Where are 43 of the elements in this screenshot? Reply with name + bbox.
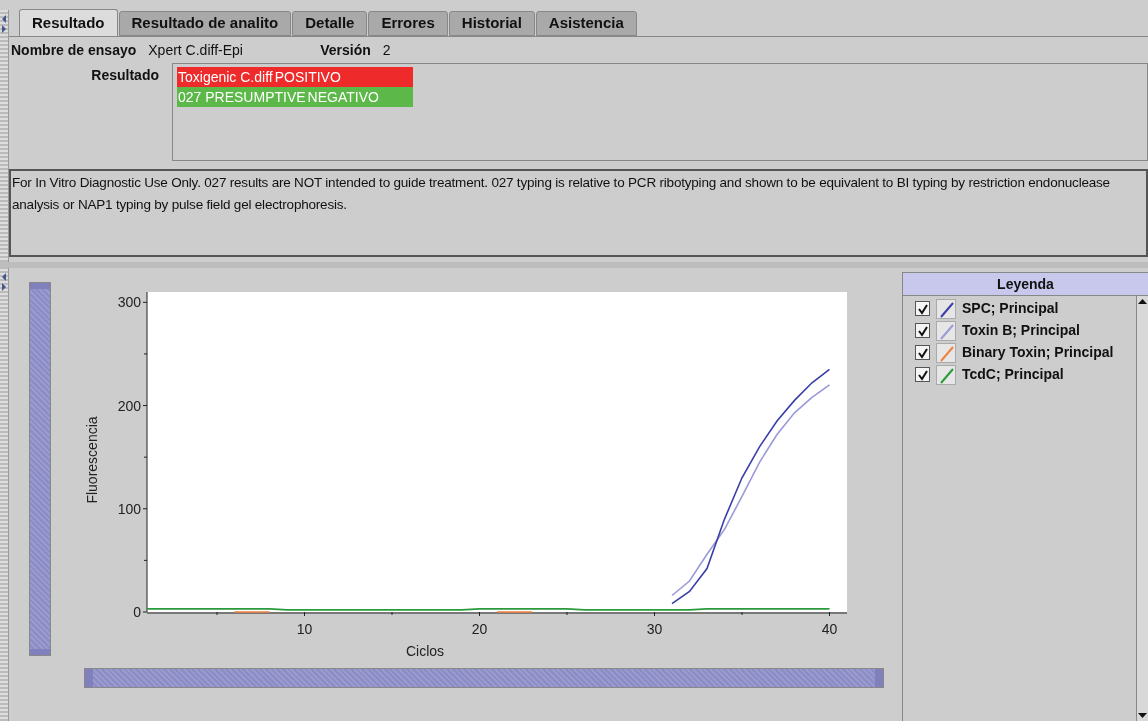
x-tick-label: 10 — [296, 621, 313, 637]
notice-text: For In Vitro Diagnostic Use Only. 027 results are NOT intended to guide treatment. 027 typing is relative to PCR ribotyping and shown to be equivalent to BI typing by restriction endonuclease analysis or NAP1 typing by pulse field gel electrophoresis. — [12, 174, 1111, 214]
x-tick-label: 20 — [471, 621, 488, 637]
y-tick-label: 100 — [117, 500, 141, 517]
y-tick-label: 0 — [133, 604, 141, 620]
tab[interactable]: Asistencia — [535, 11, 637, 36]
legend-header: Leyenda — [903, 273, 1148, 296]
x-tick-label: 40 — [821, 621, 838, 637]
legend-checkbox[interactable] — [915, 345, 930, 360]
target-name: 027 PRESUMPTIVE — [178, 87, 306, 107]
collapse-icon[interactable] — [1, 14, 7, 34]
tab[interactable]: Errores — [368, 11, 448, 36]
collapse-icon[interactable] — [1, 272, 7, 292]
tab[interactable]: Detalle — [292, 11, 368, 36]
tab[interactable]: Resultado — [19, 9, 118, 36]
target-name: Toxigenic C.diff — [178, 67, 273, 87]
field-label: Versión — [320, 40, 371, 60]
x-axis-title: Ciclos — [405, 643, 445, 659]
splitter-handle[interactable] — [0, 10, 9, 262]
legend-label: Toxin B; Principal — [962, 321, 1080, 340]
target-result: NEGATIVO — [307, 87, 379, 107]
tab[interactable]: Resultado de analito — [118, 11, 292, 36]
field-label: Nombre de ensayo — [11, 40, 137, 60]
y-tick-label: 300 — [117, 294, 141, 311]
version-value: 2 — [382, 40, 391, 60]
slider-range[interactable] — [30, 283, 50, 655]
legend-label: TcdC; Principal — [962, 365, 1064, 384]
legend-label: Binary Toxin; Principal — [962, 343, 1114, 362]
slider-range[interactable] — [85, 669, 883, 687]
target-result: POSITIVO — [274, 67, 341, 87]
legend-label: SPC; Principal — [962, 299, 1059, 318]
splitter-handle[interactable] — [0, 268, 9, 721]
legend-checkbox[interactable] — [915, 367, 930, 382]
y-axis-title: Fluorescencia — [84, 416, 100, 504]
legend-checkbox[interactable] — [915, 301, 930, 316]
scroll-down-icon[interactable] — [1137, 711, 1148, 721]
y-tick-label: 200 — [117, 397, 141, 414]
tab[interactable]: Historial — [448, 11, 535, 36]
vertical-scrollbar[interactable] — [1136, 296, 1148, 721]
assay-name: Xpert C.diff-Epi — [148, 40, 244, 60]
legend-checkbox[interactable] — [915, 323, 930, 338]
x-tick-label: 30 — [646, 621, 663, 637]
field-label: Resultado — [90, 66, 160, 85]
